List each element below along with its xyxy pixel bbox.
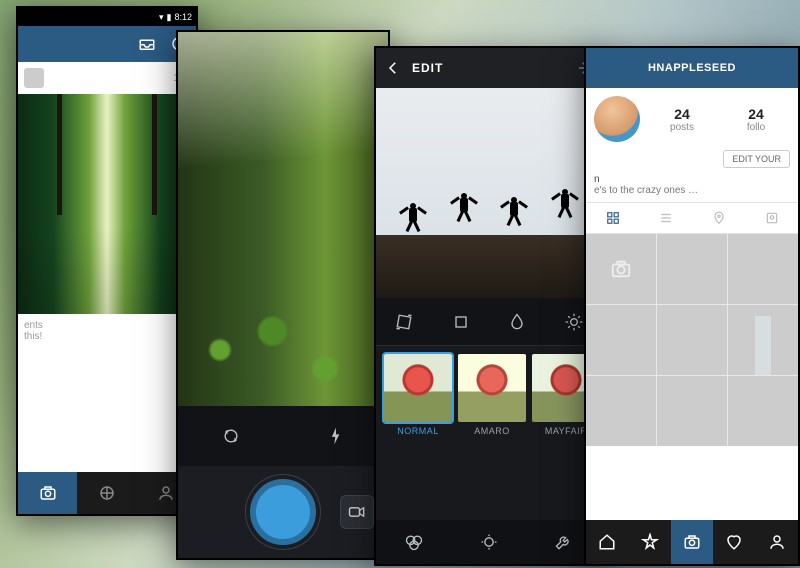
edit-image[interactable] <box>376 88 602 298</box>
edit-bottom-nav <box>376 520 602 564</box>
shutter-button[interactable] <box>250 479 316 545</box>
straighten-icon[interactable] <box>394 312 414 332</box>
video-mode-button[interactable] <box>340 495 374 529</box>
nav-explore[interactable] <box>628 520 670 564</box>
filter-normal[interactable]: Normal <box>384 354 452 512</box>
post-image[interactable] <box>18 94 196 314</box>
tab-tagged[interactable] <box>745 203 798 233</box>
profile-header: HNAPPLESEED <box>586 48 798 88</box>
profile-avatar[interactable] <box>594 96 640 142</box>
nav-profile[interactable] <box>756 520 798 564</box>
stat-followers[interactable]: 24 follo <box>722 106 790 133</box>
inbox-icon[interactable] <box>138 35 156 53</box>
edit-title: EDIT <box>412 61 443 75</box>
nav-explore[interactable] <box>77 472 136 514</box>
phone-profile: HNAPPLESEED 24 posts 24 follo EDIT YOUR … <box>584 46 800 566</box>
grid-thumb[interactable] <box>728 376 798 446</box>
bio-line1: n <box>594 174 790 185</box>
post-avatar[interactable] <box>24 68 44 88</box>
bio-line2: e's to the crazy ones … <box>594 185 790 196</box>
grid-camera-icon[interactable] <box>586 234 656 304</box>
wifi-icon: ▾ <box>159 12 164 23</box>
feed-bottom-nav <box>18 472 196 514</box>
tab-list[interactable] <box>639 203 692 233</box>
crop-icon[interactable] <box>451 312 471 332</box>
phone-camera <box>176 30 390 560</box>
grid-thumb[interactable] <box>657 234 727 304</box>
grid-thumb[interactable] <box>728 305 798 375</box>
grid-thumb[interactable] <box>586 376 656 446</box>
profile-row: 24 posts 24 follo <box>586 88 798 150</box>
nav-camera[interactable] <box>18 472 77 514</box>
edit-profile-row: EDIT YOUR <box>594 150 790 168</box>
post-comments: ents <box>24 320 190 331</box>
clock: 8:12 <box>174 12 192 22</box>
nav-activity[interactable] <box>713 520 755 564</box>
profile-view-tabs <box>586 202 798 234</box>
nav-home[interactable] <box>586 520 628 564</box>
profile-grid <box>586 234 798 446</box>
filter-label: Amaro <box>474 426 510 436</box>
grid-thumb[interactable] <box>657 376 727 446</box>
tab-grid[interactable] <box>586 203 639 233</box>
post-header: 10h <box>18 62 196 94</box>
phone-feed: ▾ ▮ 8:12 10h ents this! <box>16 6 198 516</box>
edit-header: EDIT <box>376 48 602 88</box>
grid-thumb[interactable] <box>728 234 798 304</box>
camera-viewfinder[interactable] <box>178 32 388 406</box>
flash-icon[interactable] <box>326 426 346 446</box>
profile-stats: 24 posts 24 follo <box>648 106 790 133</box>
post-love: this! <box>24 331 190 342</box>
feed-body: 10h ents this! <box>18 62 196 472</box>
feed-header <box>18 26 196 62</box>
droplet-icon[interactable] <box>507 312 527 332</box>
nav-camera[interactable] <box>671 520 713 564</box>
edit-profile-button[interactable]: EDIT YOUR <box>723 150 790 168</box>
post-meta: ents this! <box>18 314 196 348</box>
profile-bottom-nav <box>586 520 798 564</box>
tab-places[interactable] <box>692 203 745 233</box>
profile-bio: n e's to the crazy ones … <box>586 174 798 202</box>
camera-shutter-bar <box>178 466 388 558</box>
grid-thumb[interactable] <box>657 305 727 375</box>
back-icon[interactable] <box>384 59 402 77</box>
profile-username: HNAPPLESEED <box>648 62 736 74</box>
status-bar: ▾ ▮ 8:12 <box>18 8 196 26</box>
grid-thumb[interactable] <box>586 305 656 375</box>
filter-label: Normal <box>397 426 439 436</box>
nav-lux-icon[interactable] <box>451 520 526 564</box>
jumpers <box>376 201 602 235</box>
camera-controls <box>178 406 388 466</box>
camera-switch-icon[interactable] <box>221 426 241 446</box>
filter-amaro[interactable]: Amaro <box>458 354 526 512</box>
filter-strip[interactable]: Normal Amaro Mayfair <box>376 346 602 520</box>
battery-icon: ▮ <box>167 12 172 23</box>
brightness-icon[interactable] <box>564 312 584 332</box>
phone-edit: EDIT Normal Amaro Mayfair <box>374 46 604 566</box>
nav-filters-icon[interactable] <box>376 520 451 564</box>
stat-posts[interactable]: 24 posts <box>648 106 716 133</box>
filter-label: Mayfair <box>545 426 587 436</box>
edit-tool-row <box>376 298 602 346</box>
